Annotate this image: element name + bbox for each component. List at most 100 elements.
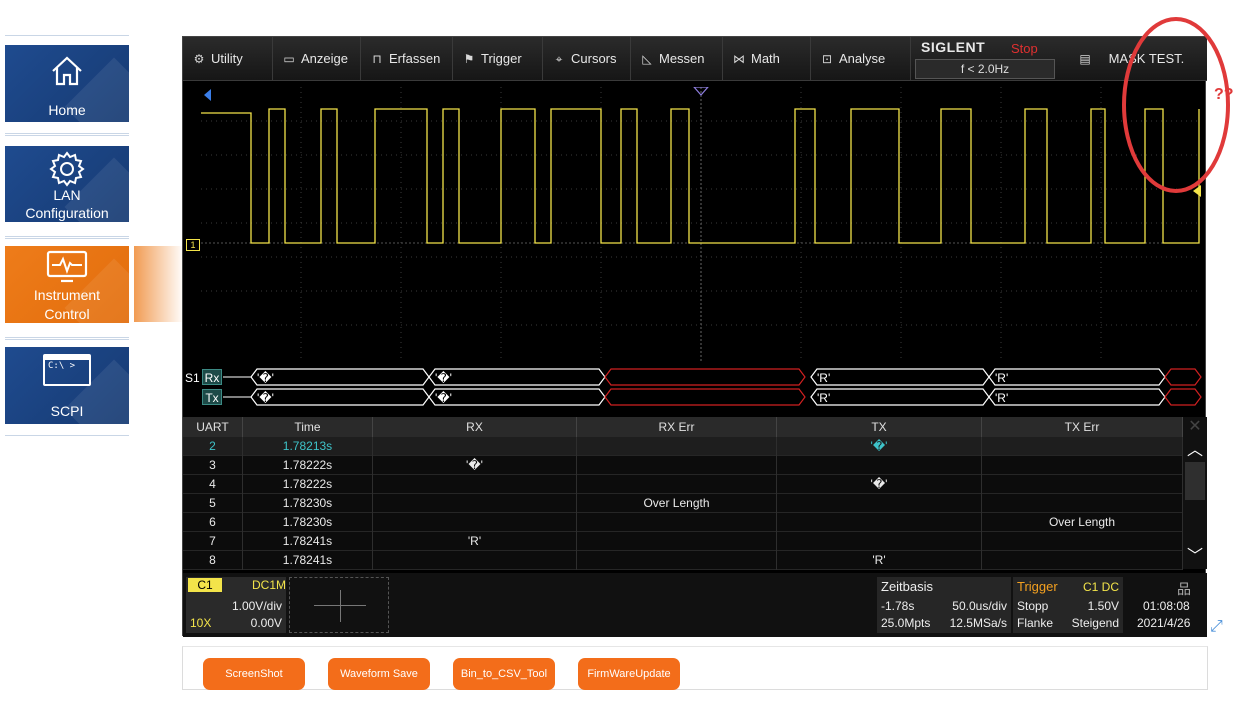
waveform-screen[interactable] — [201, 87, 1201, 362]
menu-anzeige[interactable]: ▭ Anzeige — [273, 37, 361, 81]
scpi-tile[interactable]: C:\ > SCPI — [5, 347, 129, 424]
table-row[interactable]: 2 1.78213s '�' — [183, 437, 1183, 456]
timebase-tdiv: 50.0us/div — [952, 599, 1007, 613]
scroll-thumb[interactable] — [1185, 462, 1205, 500]
menu-erfassen[interactable]: ⊓ Erfassen — [361, 37, 453, 81]
channel-name: C1 — [188, 578, 222, 592]
col-tx: TX — [777, 417, 982, 437]
tx-frame: '�' — [435, 391, 452, 405]
table-cell: '�' — [777, 475, 982, 494]
table-row[interactable]: 7 1.78241s 'R' — [183, 532, 1183, 551]
acquire-icon: ⊓ — [372, 52, 382, 66]
tx-frame: 'R' — [817, 391, 831, 405]
table-row[interactable]: 6 1.78230s Over Length — [183, 513, 1183, 532]
menu-cursors-label: Cursors — [571, 51, 617, 66]
trigger-slope: Steigend — [1071, 616, 1119, 630]
nav-label-instrument-1: Instrument — [33, 287, 101, 303]
menu-analyse[interactable]: ⊡ Analyse — [811, 37, 911, 81]
table-cell — [373, 551, 577, 570]
trigger-info[interactable]: Trigger C1 DC Stopp 1.50V Flanke Steigen… — [1013, 577, 1123, 633]
menu-utility-label: Utility — [211, 51, 243, 66]
nav-item-home[interactable]: Home — [5, 35, 129, 134]
table-row[interactable]: 3 1.78222s '�' — [183, 456, 1183, 475]
table-cell: 8 — [183, 551, 243, 570]
menu-utility[interactable]: ⚙ Utility — [183, 37, 273, 81]
table-cell: Over Length — [982, 513, 1183, 532]
menu-messen[interactable]: ◺ Messen — [631, 37, 723, 81]
tool-button-bar: ScreenShot Waveform Save Bin_to_CSV_Tool… — [182, 646, 1208, 690]
display-icon: ▭ — [283, 52, 295, 66]
table-row[interactable]: 8 1.78241s 'R' — [183, 551, 1183, 570]
flag-icon: ⚑ — [463, 52, 475, 66]
timebase-title: Zeitbasis — [881, 579, 934, 594]
tx-frame: 'R' — [995, 391, 1009, 405]
menu-cursors[interactable]: ⌖ Cursors — [543, 37, 631, 81]
decode-frames — [223, 368, 1202, 406]
nav-item-instrument-control[interactable]: Instrument Control — [5, 238, 129, 338]
col-rx-err: RX Err — [577, 417, 777, 437]
table-cell — [373, 513, 577, 532]
table-row[interactable]: 4 1.78222s '�' — [183, 475, 1183, 494]
firmware-update-button[interactable]: FirmWareUpdate — [578, 658, 680, 690]
table-cell: 1.78222s — [243, 475, 373, 494]
channel-coupling: DC1M — [252, 578, 287, 592]
menu-math[interactable]: ⋈ Math — [723, 37, 811, 81]
scroll-up-icon[interactable]: ︿ — [1183, 441, 1207, 461]
table-cell — [982, 532, 1183, 551]
table-cell: 1.78222s — [243, 456, 373, 475]
clock-time: 01:08:08 — [1143, 599, 1190, 613]
table-row[interactable]: 5 1.78230s Over Length — [183, 494, 1183, 513]
network-icon: 品 — [1177, 581, 1191, 597]
oscilloscope-display: ⚙ Utility ▭ Anzeige ⊓ Erfassen ⚑ Trigger ⌖ Cu… — [182, 36, 1207, 637]
table-header: UART Time RX RX Err TX TX Err — [183, 417, 1183, 437]
fullscreen-icon[interactable]: ⤢ — [1210, 618, 1228, 636]
instrument-control-tile[interactable]: Instrument Control — [5, 246, 129, 323]
table-scrollbar[interactable]: ✕ ︿ ﹀ — [1183, 417, 1207, 569]
trigger-state: Stopp — [1017, 599, 1049, 613]
document-icon: ▤ — [1079, 52, 1091, 66]
menu-math-label: Math — [751, 51, 780, 66]
home-tile[interactable]: Home — [5, 45, 129, 122]
rx-frame: 'R' — [817, 371, 831, 385]
channel-1-ground-marker[interactable]: 1 — [186, 239, 200, 251]
col-uart: UART — [183, 417, 243, 437]
scroll-down-icon[interactable]: ﹀ — [1183, 547, 1207, 567]
close-icon[interactable]: ✕ — [1183, 417, 1207, 437]
measure-icon: ◺ — [642, 52, 652, 66]
table-cell: '�' — [373, 456, 577, 475]
annotation-text: ?? — [1214, 86, 1234, 103]
terminal-text: C:\ > — [48, 361, 76, 371]
nav-label-lan-2: Configuration — [25, 205, 109, 221]
add-channel-button[interactable] — [289, 577, 389, 633]
waveform-save-button[interactable]: Waveform Save — [328, 658, 430, 690]
channel-1-info[interactable]: C1 DC1M 1.00V/div 10X 0.00V — [186, 577, 286, 633]
table-cell: 1.78230s — [243, 513, 373, 532]
timebase-info[interactable]: Zeitbasis -1.78s 50.0us/div 25.0Mpts 12.… — [877, 577, 1011, 633]
menu-analyse-label: Analyse — [839, 51, 886, 66]
bin-to-csv-button[interactable]: Bin_to_CSV_Tool — [453, 658, 555, 690]
gear-icon — [49, 151, 85, 187]
clock: 品 01:08:08 2021/4/26 — [1127, 577, 1205, 633]
table-cell — [982, 475, 1183, 494]
menu-trigger[interactable]: ⚑ Trigger — [453, 37, 543, 81]
timebase-delay: -1.78s — [881, 599, 915, 613]
nav-item-scpi[interactable]: C:\ > SCPI — [5, 339, 129, 436]
channel-probe: 10X — [190, 616, 212, 630]
nav-item-lan[interactable]: LAN Configuration — [5, 135, 129, 237]
cursor-icon: ⌖ — [555, 52, 563, 66]
table-cell — [777, 513, 982, 532]
table-cell — [577, 475, 777, 494]
table-cell: 2 — [183, 437, 243, 456]
screenshot-button[interactable]: ScreenShot — [203, 658, 305, 690]
lan-tile[interactable]: LAN Configuration — [5, 146, 129, 222]
terminal-icon: C:\ > — [43, 354, 91, 386]
tx-frame: '�' — [257, 391, 274, 405]
rx-frame: '�' — [435, 371, 452, 385]
table-cell — [577, 456, 777, 475]
clock-date: 2021/4/26 — [1137, 616, 1191, 630]
menu-anzeige-label: Anzeige — [301, 51, 348, 66]
table-cell: 1.78230s — [243, 494, 373, 513]
table-cell: 6 — [183, 513, 243, 532]
table-cell: 4 — [183, 475, 243, 494]
run-state[interactable]: Stop — [1011, 41, 1038, 56]
